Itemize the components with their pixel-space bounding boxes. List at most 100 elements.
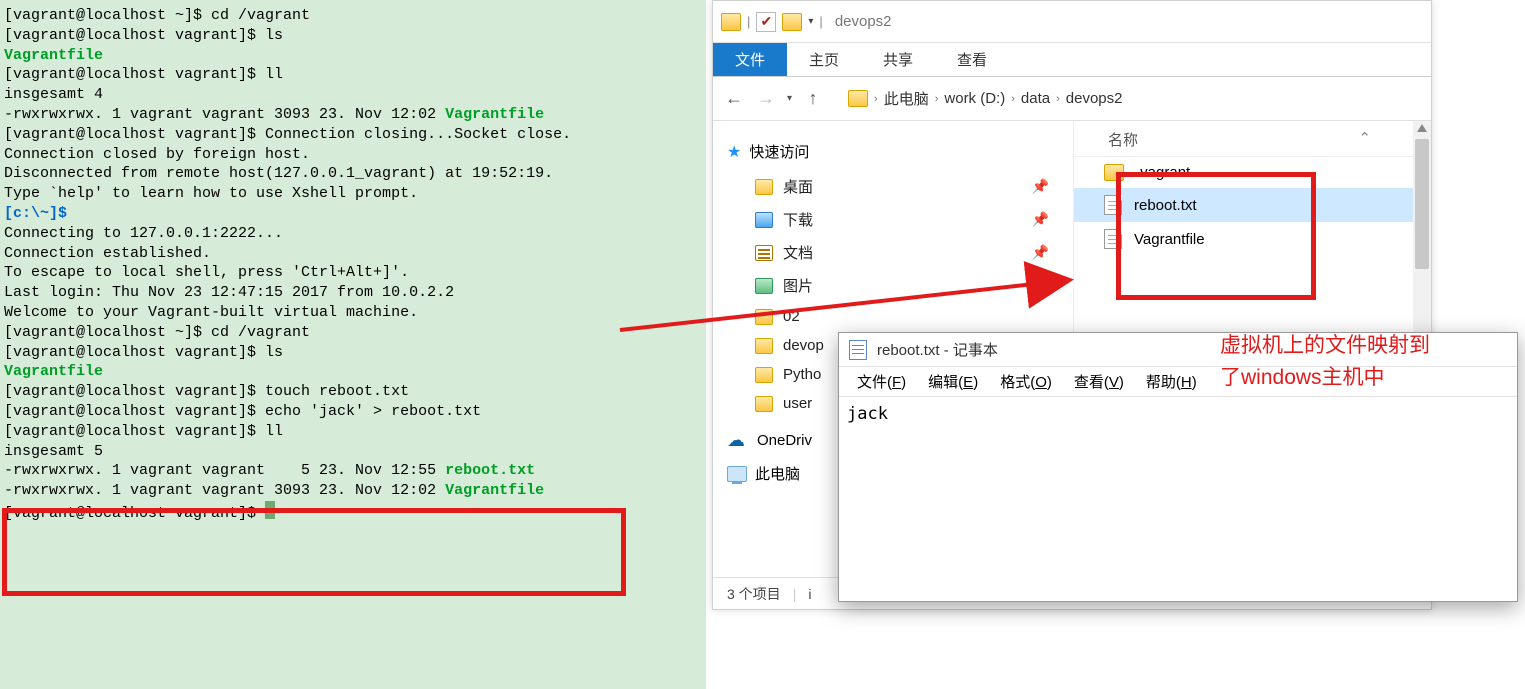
pc-icon <box>727 466 747 482</box>
pin-icon: 📌 <box>1032 244 1049 261</box>
breadcrumb-segment[interactable]: work (D:) <box>944 90 1005 107</box>
sidebar-quick-access[interactable]: ★ 快速访问 <box>727 141 1059 162</box>
pin-icon: 📌 <box>1032 277 1049 294</box>
sidebar-item-label: 下载 <box>783 209 813 230</box>
terminal-line: Vagrantfile <box>4 46 702 66</box>
file-name: reboot.txt <box>1134 197 1197 214</box>
back-button[interactable]: ← <box>723 88 745 110</box>
tab-share[interactable]: 共享 <box>861 43 935 76</box>
sidebar-label: 此电脑 <box>755 463 800 484</box>
menu-item[interactable]: 帮助(H) <box>1136 369 1207 394</box>
folder-icon <box>755 212 773 228</box>
notepad-icon <box>849 340 867 360</box>
folder-icon <box>782 13 802 31</box>
folder-icon <box>755 396 773 412</box>
menu-item[interactable]: 编辑(E) <box>918 369 988 394</box>
notepad-title-bar: reboot.txt - 记事本 <box>839 333 1517 367</box>
sidebar-item-label: Pytho <box>783 366 821 383</box>
column-name[interactable]: 名称 <box>1108 129 1138 150</box>
terminal-line: Connection closed by foreign host. <box>4 145 702 165</box>
folder-icon <box>755 338 773 354</box>
notepad-title: reboot.txt - 记事本 <box>877 339 998 360</box>
breadcrumb-segment[interactable]: data <box>1021 90 1050 107</box>
terminal-line: Welcome to your Vagrant-built virtual ma… <box>4 303 702 323</box>
terminal-line: Connecting to 127.0.0.1:2222... <box>4 224 702 244</box>
sidebar-item[interactable]: 下载 📌 <box>755 203 1059 236</box>
notepad-window: reboot.txt - 记事本 文件(F)编辑(E)格式(O)查看(V)帮助(… <box>838 332 1518 602</box>
terminal-line: Vagrantfile <box>4 362 702 382</box>
file-name: .vagrant <box>1136 164 1190 181</box>
terminal-line: [vagrant@localhost vagrant]$ <box>4 501 702 524</box>
separator-icon: | <box>747 14 750 29</box>
item-count: 3 个项目 <box>727 584 781 604</box>
folder-icon <box>755 278 773 294</box>
terminal-line: Disconnected from remote host(127.0.0.1_… <box>4 164 702 184</box>
menu-item[interactable]: 查看(V) <box>1064 369 1134 394</box>
breadcrumb-segment[interactable]: devops2 <box>1066 90 1123 107</box>
qat-checkbox-icon[interactable]: ✔ <box>756 12 776 32</box>
history-dropdown-icon[interactable]: ▾ <box>787 93 792 104</box>
window-title: devops2 <box>835 13 892 30</box>
terminal-line: -rwxrwxrwx. 1 vagrant vagrant 3093 23. N… <box>4 481 702 501</box>
chevron-down-icon[interactable]: ▾ <box>808 16 813 27</box>
cloud-icon: ☁ <box>727 433 749 449</box>
terminal-line: Last login: Thu Nov 23 12:47:15 2017 fro… <box>4 283 702 303</box>
menu-item[interactable]: 格式(O) <box>990 369 1062 394</box>
terminal-line: [vagrant@localhost vagrant]$ ll <box>4 422 702 442</box>
up-button[interactable]: ↑ <box>802 88 824 110</box>
sidebar-item-label: 02 <box>783 308 800 325</box>
cursor <box>265 501 275 519</box>
terminal-line: -rwxrwxrwx. 1 vagrant vagrant 5 23. Nov … <box>4 461 702 481</box>
star-icon: ★ <box>727 142 741 162</box>
pin-icon: 📌 <box>1032 211 1049 228</box>
sidebar-item-label: 文档 <box>783 242 813 263</box>
file-icon <box>1104 195 1122 215</box>
sidebar-item[interactable]: 02 <box>755 302 1059 331</box>
file-row[interactable]: .vagrant <box>1074 157 1431 188</box>
tab-view[interactable]: 查看 <box>935 43 1009 76</box>
folder-icon <box>721 13 741 31</box>
menu-item[interactable]: 文件(F) <box>847 369 916 394</box>
forward-button[interactable]: → <box>755 88 777 110</box>
folder-icon <box>755 367 773 383</box>
terminal-line: insgesamt 5 <box>4 442 702 462</box>
sidebar-item[interactable]: 桌面📌 <box>755 170 1059 203</box>
separator-icon: | <box>819 14 822 29</box>
terminal-panel[interactable]: [vagrant@localhost ~]$ cd /vagrant [vagra… <box>0 0 706 689</box>
sidebar-item-label: devop <box>783 337 824 354</box>
notepad-menu: 文件(F)编辑(E)格式(O)查看(V)帮助(H) <box>839 367 1517 397</box>
terminal-line: insgesamt 4 <box>4 85 702 105</box>
column-header[interactable]: 名称 ⌃ <box>1074 127 1431 157</box>
chevron-right-icon: › <box>874 93 878 105</box>
terminal-line: Type `help' to learn how to use Xshell p… <box>4 184 702 204</box>
terminal-line: [c:\~]$ <box>4 204 702 224</box>
sidebar-item[interactable]: 图片 📌 <box>755 269 1059 302</box>
ribbon-tabs: 文件 主页 共享 查看 <box>713 43 1431 77</box>
terminal-line: [vagrant@localhost vagrant]$ Connection … <box>4 125 702 145</box>
sort-indicator-icon: ⌃ <box>1358 129 1371 150</box>
sidebar-label: 快速访问 <box>749 141 809 162</box>
breadcrumb-segment[interactable]: 此电脑 <box>884 88 929 109</box>
tab-file[interactable]: 文件 <box>713 43 787 76</box>
terminal-line: [vagrant@localhost vagrant]$ touch reboo… <box>4 382 702 402</box>
terminal-line: Connection established. <box>4 244 702 264</box>
file-row[interactable]: Vagrantfile <box>1074 222 1431 256</box>
sidebar-item-label: 图片 <box>783 275 813 296</box>
tab-home[interactable]: 主页 <box>787 43 861 76</box>
terminal-line: [vagrant@localhost vagrant]$ ls <box>4 343 702 363</box>
chevron-right-icon: › <box>1056 93 1060 105</box>
terminal-line: [vagrant@localhost ~]$ cd /vagrant <box>4 6 702 26</box>
sidebar-label: OneDriv <box>757 432 812 449</box>
terminal-line: [vagrant@localhost vagrant]$ echo 'jack'… <box>4 402 702 422</box>
notepad-content[interactable]: jack <box>839 397 1517 433</box>
folder-icon <box>1104 164 1124 181</box>
terminal-line: [vagrant@localhost vagrant]$ ll <box>4 65 702 85</box>
sidebar-item-label: user <box>783 395 812 412</box>
folder-icon <box>755 309 773 325</box>
chevron-right-icon: › <box>1011 93 1015 105</box>
sidebar-item[interactable]: 文档 📌 <box>755 236 1059 269</box>
scrollbar-thumb[interactable] <box>1415 139 1429 269</box>
breadcrumb[interactable]: › 此电脑 › work (D:) › data › devops2 <box>848 88 1122 109</box>
file-row[interactable]: reboot.txt <box>1074 188 1431 222</box>
explorer-title-bar: | ✔ ▾ | devops2 <box>713 1 1431 43</box>
